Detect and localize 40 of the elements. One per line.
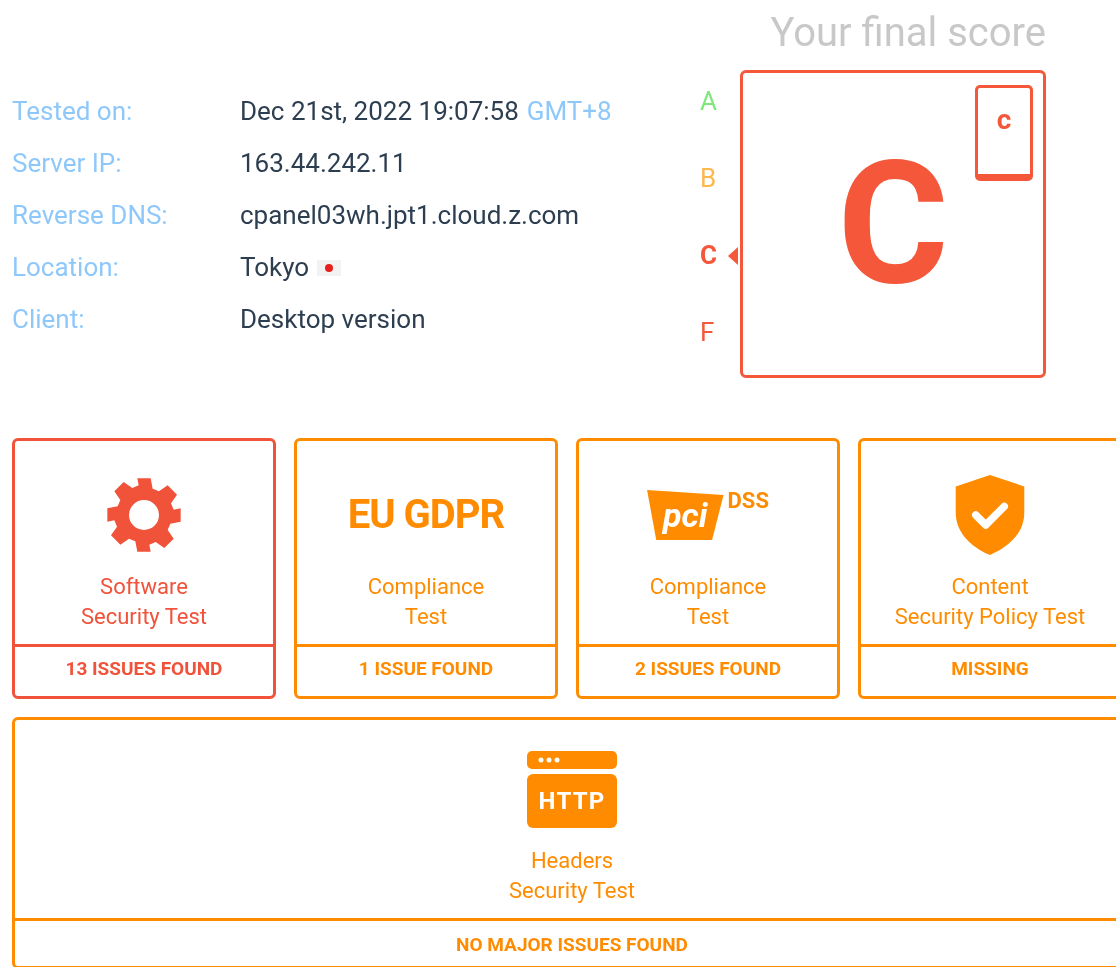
card-result: NO MAJOR ISSUES FOUND [15, 918, 1116, 966]
info-label: Reverse DNS: [12, 199, 169, 232]
test-card[interactable]: Software Security Test 13 ISSUES FOUND [12, 438, 276, 699]
grade-label: C [700, 240, 718, 270]
grade-badge: c [975, 85, 1033, 181]
card-title: Headers Security Test [508, 847, 636, 905]
gdpr-logo: EU GDPR [347, 495, 505, 535]
test-card[interactable]: EU GDPR Compliance Test 1 ISSUE FOUND [294, 438, 558, 699]
card-title: Compliance Test [649, 573, 767, 631]
card-result: 2 ISSUES FOUND [579, 644, 837, 696]
test-card[interactable]: HTTP Headers Security Test NO MAJOR ISSUES FOUND [12, 717, 1116, 967]
test-card[interactable]: pci DSS Compliance Test 2 ISSUES FOUND [576, 438, 840, 699]
info-value: Dec 21st, 2022 19:07:58 [240, 95, 519, 128]
grade-label: B [700, 163, 718, 193]
card-result: 1 ISSUE FOUND [297, 644, 555, 696]
score-grade: C [837, 139, 949, 309]
http-icon: HTTP [527, 773, 617, 828]
grade-label: F [700, 317, 716, 347]
card-title: Software Security Test [80, 573, 208, 631]
info-label: Location: [12, 251, 120, 284]
card-title: Compliance Test [367, 573, 485, 631]
info-label: Tested on: [12, 95, 134, 128]
card-result: MISSING [861, 644, 1116, 696]
shield-check-icon [955, 475, 1025, 555]
gear-icon [104, 475, 184, 555]
card-title: Content Security Policy Test [894, 573, 1086, 631]
info-value: Desktop version [240, 303, 426, 336]
info-label: Server IP: [12, 147, 123, 180]
info-value: cpanel03wh.jpt1.cloud.z.com [240, 199, 580, 232]
dss-logo: DSS [727, 490, 769, 512]
info-value: Tokyo [240, 251, 310, 284]
pointer-icon [728, 247, 738, 265]
grade-label: A [700, 86, 718, 116]
browser-bar-icon [527, 750, 617, 769]
timezone-label: GMT+8 [526, 95, 612, 128]
info-label: Client: [12, 303, 86, 336]
test-card[interactable]: Content Security Policy Test MISSING [858, 438, 1116, 699]
info-value: 163.44.242.11 [240, 147, 407, 180]
pci-logo: pci [647, 490, 724, 540]
card-result: 13 ISSUES FOUND [15, 644, 273, 696]
